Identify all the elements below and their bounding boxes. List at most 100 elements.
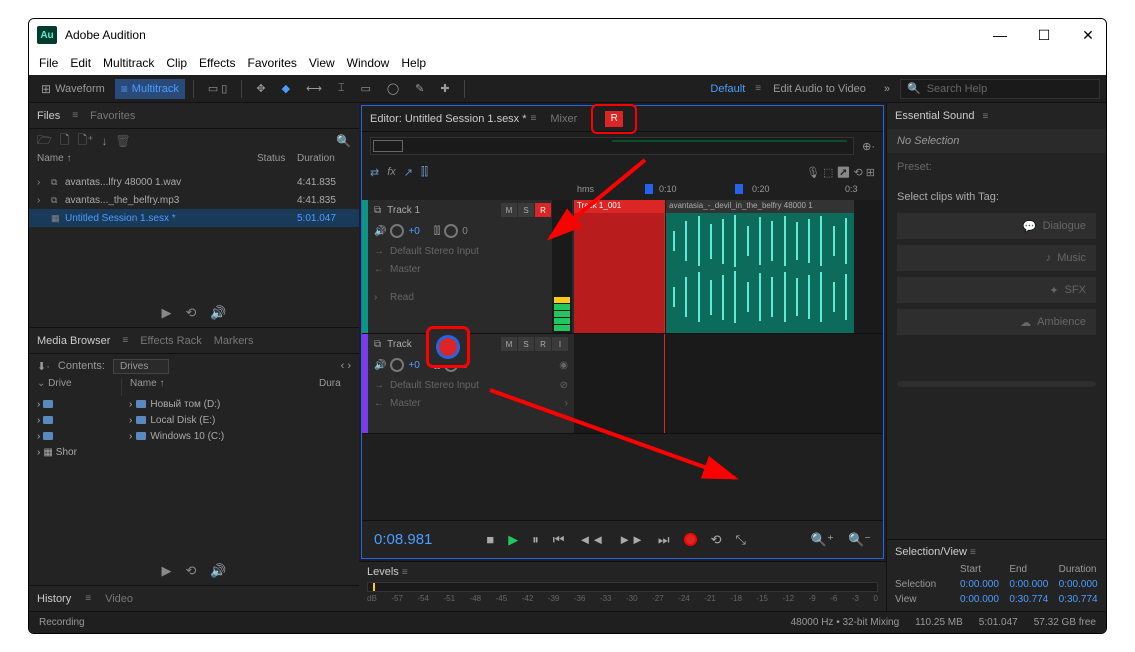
dialogue-tag-button[interactable]: 💬Dialogue [897,213,1096,239]
mb-loop-icon[interactable]: ⟲ [185,563,196,579]
workspace-menu-icon[interactable]: ≡ [755,83,761,94]
zoom-settings-icon[interactable]: ⊕· [862,140,875,153]
pan-knob[interactable] [444,224,458,238]
audio-clip[interactable]: avantasia_-_devil_in_the_belfry 48000 1 [666,200,854,333]
markers-tab[interactable]: Markers [214,335,254,347]
automation-select[interactable]: Read [390,292,568,303]
solo-button[interactable]: S [518,337,534,351]
file-row[interactable]: ›⧉avantas..._the_belfry.mp34:41.835 [29,191,359,209]
trash-icon[interactable]: 🗑 [116,134,131,148]
skip-selection-button[interactable]: ⤡ [736,532,746,548]
timeline-ruler[interactable]: hms 0:10 0:20 0:3 [577,184,883,200]
mb-autoplay-icon[interactable]: 🔊 [210,563,226,579]
track-name[interactable]: Track 1 [387,205,495,216]
essential-sound-tab[interactable]: Essential Sound [895,110,975,122]
workspace-more-icon[interactable]: » [878,80,896,98]
mb-import-icon[interactable]: ⬇· [37,360,50,373]
video-tab[interactable]: Video [105,593,133,605]
filter-input[interactable]: 🔍 [336,134,351,148]
drives-select[interactable]: Drives [113,359,169,374]
record-button-big[interactable] [426,326,470,368]
play-button[interactable]: ▶ [508,532,518,548]
scrollbar[interactable] [897,381,1096,387]
file-row[interactable]: ›⧉avantas...lfry 48000 1.wav4:41.835 [29,173,359,191]
menu-edit[interactable]: Edit [70,56,91,70]
monitor-button[interactable]: I [552,337,568,351]
minimize-button[interactable]: — [990,27,1010,44]
razor-tool-icon[interactable]: ◆ [276,79,296,98]
file-row[interactable]: ▦Untitled Session 1.sesx *5:01.047 [29,209,359,227]
file-col-name[interactable]: Name ↑ [37,153,257,173]
drive-row[interactable]: ›Windows 10 (C:) [121,428,359,444]
mute-button[interactable]: M [501,337,517,351]
autoplay-icon[interactable]: 🔊 [210,305,226,321]
import-icon[interactable]: ↓ [102,134,108,148]
sfx-tag-button[interactable]: ✦SFX [897,277,1096,303]
move-tool-icon[interactable]: ✥ [250,79,271,98]
view-dur[interactable]: 0:30.774 [1059,594,1098,605]
pause-button[interactable]: ⏸ [532,532,539,548]
file-col-status[interactable]: Status [257,153,297,173]
workspace-editaudio[interactable]: Edit Audio to Video [765,83,874,95]
volume-knob[interactable] [390,224,404,238]
transport-record-button[interactable] [684,533,697,546]
skip-back-button[interactable]: ⏮ [553,532,565,548]
track-expand-icon[interactable]: ⧉ [374,205,381,216]
drive-row[interactable]: ›Local Disk (E:) [121,412,359,428]
mute-button[interactable]: M [501,203,517,217]
tool-group-icon[interactable]: ▭ ▯ [202,79,234,98]
menu-multitrack[interactable]: Multitrack [103,56,154,70]
new-file-icon[interactable]: 🗋⁺ [78,131,94,152]
time-select-icon[interactable]: ⌶ [332,79,351,98]
file-col-duration[interactable]: Duration [297,153,351,173]
rewind-button[interactable]: ◄◄ [578,532,604,547]
stop-button[interactable]: ■ [486,532,494,547]
menu-help[interactable]: Help [401,56,426,70]
menu-view[interactable]: View [309,56,335,70]
slip-tool-icon[interactable]: ⟷ [300,79,328,98]
favorites-tab[interactable]: Favorites [90,110,135,122]
close-button[interactable]: ✕ [1078,27,1098,44]
loop-toggle-icon[interactable]: ⇄ [370,166,379,179]
view-end[interactable]: 0:30.774 [1009,594,1048,605]
media-browser-tab[interactable]: Media Browser [37,335,110,347]
workspace-default[interactable]: Default [704,83,751,95]
multitrack-mode-button[interactable]: ≡Multitrack [115,79,185,99]
drive-row[interactable]: ›Новый том (D:) [121,396,359,412]
editor-tab[interactable]: Editor: Untitled Session 1.sesx * [370,113,527,125]
menu-effects[interactable]: Effects [199,56,235,70]
lasso-icon[interactable]: ◯ [381,79,405,98]
maximize-button[interactable]: ☐ [1034,27,1054,44]
mb-play-icon[interactable]: ▶ [161,563,171,579]
files-tab[interactable]: Files [37,110,60,122]
files-menu-icon[interactable]: ≡ [72,110,78,121]
overview-bar[interactable] [370,137,854,155]
loop-icon[interactable]: ⟲ [185,305,196,321]
play-icon[interactable]: ▶ [161,305,171,321]
timecode[interactable]: 0:08.981 [374,531,432,548]
ambience-tag-button[interactable]: ☁Ambience [897,309,1096,335]
send-icon[interactable]: ↗ [404,166,413,179]
menu-favorites[interactable]: Favorites [248,56,297,70]
open-file-icon[interactable]: 🗁 [37,131,52,152]
marquee-icon[interactable]: ▭ [354,79,376,98]
sel-end[interactable]: 0:00.000 [1009,579,1048,590]
arm-record-button[interactable]: R [535,203,551,217]
forward-button[interactable]: ►► [618,532,644,547]
view-start[interactable]: 0:00.000 [960,594,999,605]
loop-button[interactable]: ⟲ [711,532,722,548]
brush-icon[interactable]: ✎ [409,79,430,98]
solo-button[interactable]: S [518,203,534,217]
sel-start[interactable]: 0:00.000 [960,579,999,590]
menu-clip[interactable]: Clip [166,56,187,70]
music-tag-button[interactable]: ♪Music [897,245,1096,271]
history-tab[interactable]: History [37,593,71,605]
skip-forward-button[interactable]: ⏭ [658,532,670,548]
heal-icon[interactable]: ✚ [434,79,455,98]
menu-file[interactable]: File [39,56,58,70]
sel-dur[interactable]: 0:00.000 [1059,579,1098,590]
arm-record-button[interactable]: R [535,337,551,351]
input-select[interactable]: Default Stereo Input [390,246,554,257]
waveform-mode-button[interactable]: ⊞Waveform [35,79,111,99]
menu-window[interactable]: Window [347,56,390,70]
